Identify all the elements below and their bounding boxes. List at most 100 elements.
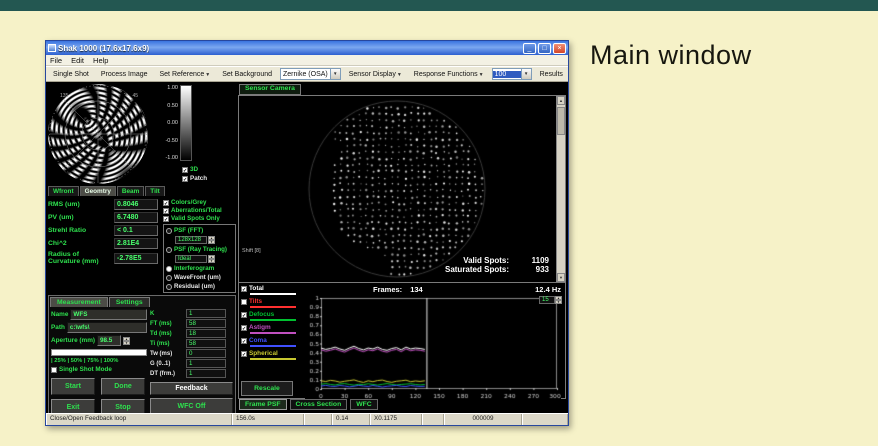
chevron-down-icon[interactable]: ▼ [330,69,340,79]
aperture-input[interactable]: 98.5 [97,335,121,346]
param-input[interactable]: 1 [186,309,226,318]
response-combo[interactable]: 100▼ [492,68,532,80]
tab-beam[interactable]: Beam [117,186,144,196]
checkbox-icon: ✓ [51,367,57,373]
tab-wfc[interactable]: WFC [350,399,377,410]
param-td: Td (ms)18 [150,329,233,338]
legend-swatch [250,358,296,360]
menu-edit[interactable]: Edit [71,56,84,65]
bottom-tabs: Frame PSF Cross Section WFC [238,399,566,411]
param-input[interactable]: 1 [186,359,226,368]
single-shot-button[interactable]: Single Shot [49,69,93,80]
radio-interferogram[interactable]: Interferogram [166,265,233,272]
status-bar: Close/Open Feedback loop 156.0s 0.14 X0.… [46,413,568,425]
legend-checkbox[interactable]: ✓Total [241,285,301,292]
legend-checkbox[interactable]: ✓Tilts [241,298,301,305]
name-input[interactable]: WFS [70,309,147,320]
spinner[interactable]: ▲▼ [208,236,215,244]
param-input[interactable]: 58 [186,339,226,348]
chevron-down-icon[interactable]: ▼ [521,69,531,79]
tab-cross-section[interactable]: Cross Section [290,399,348,410]
tab-geomtry[interactable]: Geomtry [80,186,116,196]
start-button[interactable]: Start [51,378,95,395]
exit-button[interactable]: Exit [51,399,95,413]
chevron-down-icon: ▼ [479,72,484,78]
psf-ray-combo[interactable]: Ideal▲▼ [175,255,233,263]
param-tw: Tw (ms)0 [150,349,233,358]
stats-table: RMS (um)0.8046 PV (um)6.7480 Strehl Rati… [48,197,158,293]
feedback-button[interactable]: Feedback [150,382,233,395]
radio-psf-ray[interactable]: PSF (Ray Tracing) [166,246,233,253]
aperture-spinner[interactable]: ▲▼ [123,337,130,345]
interval-spinner[interactable]: 15▲▼ [539,296,562,304]
menu-file[interactable]: File [50,56,62,65]
done-button[interactable]: Done [101,378,145,395]
set-background-button[interactable]: Set Background [218,69,276,80]
tab-settings[interactable]: Settings [109,297,150,307]
spinner[interactable]: ▲▼ [555,296,562,304]
param-ft: FT (ms)58 [150,319,233,328]
response-functions-button[interactable]: Response Functions▼ [410,69,488,80]
process-image-button[interactable]: Process Image [97,69,152,80]
valid-spots-label: Valid Spots: [463,256,509,265]
scroll-down-icon[interactable]: ▼ [557,273,565,282]
tab-measurement[interactable]: Measurement [50,297,108,307]
rescale-button[interactable]: Rescale [241,381,293,396]
saturated-spots-label: Saturated Spots: [445,265,509,274]
stop-button[interactable]: Stop [101,399,145,413]
valid-spots-value: 1109 [519,256,549,265]
tab-wfront[interactable]: Wfront [48,186,79,196]
scrollbar-thumb[interactable] [557,107,565,135]
wfc-off-button[interactable]: WFC Off [150,398,233,413]
results-button[interactable]: Results [536,69,567,80]
menu-help[interactable]: Help [93,56,108,65]
psf-fft-size-combo[interactable]: 128x128▲▼ [175,236,233,244]
checkbox-icon: ✓ [182,176,188,182]
minimize-button[interactable]: _ [523,43,536,54]
path-input[interactable]: c:\wfs\ [67,322,147,333]
radio-wavefront[interactable]: WaveFront (um) [166,274,233,281]
interferogram-view [48,84,148,184]
radio-psf-fft[interactable]: PSF (FFT) [166,227,233,234]
spot-counters: Valid Spots:1109 Saturated Spots:933 [445,256,549,274]
param-input[interactable]: 0 [186,349,226,358]
spinner[interactable]: ▲▼ [208,255,215,263]
sensor-display-button[interactable]: Sensor Display▼ [345,69,406,80]
stat-value: 0.8046 [114,199,158,210]
param-input[interactable]: 18 [186,329,226,338]
colorbar-section: 1.00 0.50 0.00 -0.50 -1.00 ✓3D ✓Patch [152,84,236,184]
tab-frame-psf[interactable]: Frame PSF [239,399,287,410]
legend-swatch [250,306,296,308]
close-button[interactable]: × [553,43,566,54]
set-reference-button[interactable]: Set Reference▼ [156,69,215,80]
checkbox-patch[interactable]: ✓Patch [182,175,236,182]
checkbox-3d[interactable]: ✓3D [182,166,236,173]
maximize-button[interactable]: □ [538,43,551,54]
legend-checkbox[interactable]: ✓Defocus [241,311,301,318]
tab-sensor-camera[interactable]: Sensor Camera [239,84,301,95]
checkbox-colors-grey[interactable]: ✓Colors/Grey [163,199,236,206]
param-input[interactable]: 1 [186,369,226,378]
radio-residual[interactable]: Residual (um) [166,283,233,290]
checkbox-single-shot-mode[interactable]: ✓Single Shot Mode [51,366,147,373]
legend-checkbox[interactable]: ✓Astigm [241,324,301,331]
camera-scrollbar[interactable]: ▲ ▼ [556,96,565,282]
legend-swatch [250,345,296,347]
scroll-up-icon[interactable]: ▲ [557,96,565,105]
legend-checkbox[interactable]: ✓Spherical [241,350,301,357]
zernike-combo[interactable]: Zernike (OSA)▼ [280,68,341,80]
tab-tilt[interactable]: Tilt [145,186,164,196]
checkbox-valid-spots-only[interactable]: ✓Valid Spots Only [163,215,236,222]
legend-spherical: ✓Spherical [241,350,301,362]
param-dt: DT (frm.)1 [150,369,233,378]
legend-checkbox[interactable]: ✓Coma [241,337,301,344]
slide-top-band [0,0,878,11]
status-value-2: X0.1175 [370,414,422,425]
stat-strehl: Strehl Ratio< 0.1 [48,225,158,236]
trend-chart-canvas [305,295,561,399]
aperture-row: Aperture (mm)98.5▲▼ [51,335,147,346]
chart-legend: ✓Total ✓Tilts ✓Defocus ✓Astigm ✓Coma ✓Sp… [239,283,303,398]
checkbox-aberrations-total[interactable]: ✓Aberrations/Total [163,207,236,214]
param-input[interactable]: 58 [186,319,226,328]
right-panel: Sensor Camera Shift [8] Valid Spots:1109… [238,84,566,411]
